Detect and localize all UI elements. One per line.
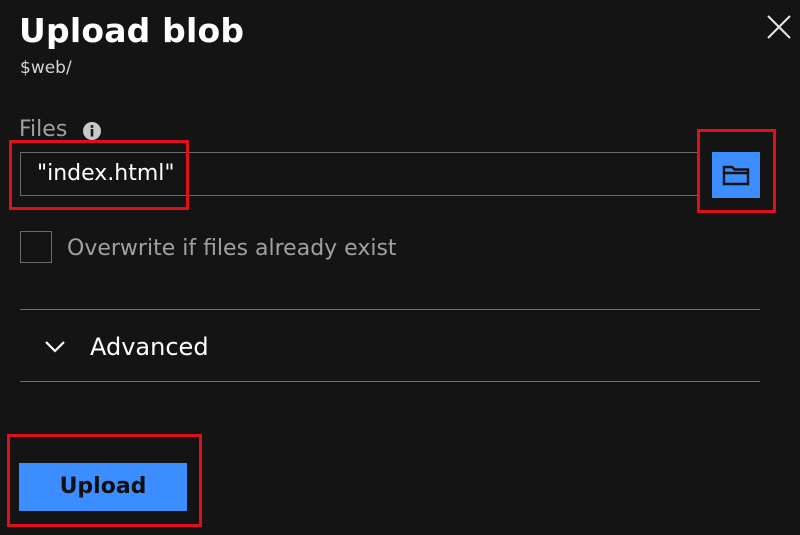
panel-subtitle: $web/ (20, 58, 72, 78)
divider-top (20, 309, 760, 310)
advanced-label: Advanced (90, 333, 209, 361)
panel-title: Upload blob (19, 11, 245, 50)
highlight-box-upload (7, 434, 202, 527)
close-button[interactable] (764, 12, 794, 42)
close-icon (767, 15, 791, 39)
overwrite-checkbox-label[interactable]: Overwrite if files already exist (67, 235, 397, 263)
advanced-section-toggle[interactable]: Advanced (20, 320, 760, 378)
overwrite-checkbox[interactable] (20, 231, 52, 263)
info-icon[interactable] (82, 121, 102, 141)
divider-bottom (20, 381, 760, 382)
highlight-box-browse (697, 129, 776, 213)
upload-blob-panel: Upload blob $web/ Files "index.html" Ove… (0, 0, 800, 535)
highlight-box-file-input (9, 140, 189, 210)
chevron-down-icon (45, 341, 65, 353)
